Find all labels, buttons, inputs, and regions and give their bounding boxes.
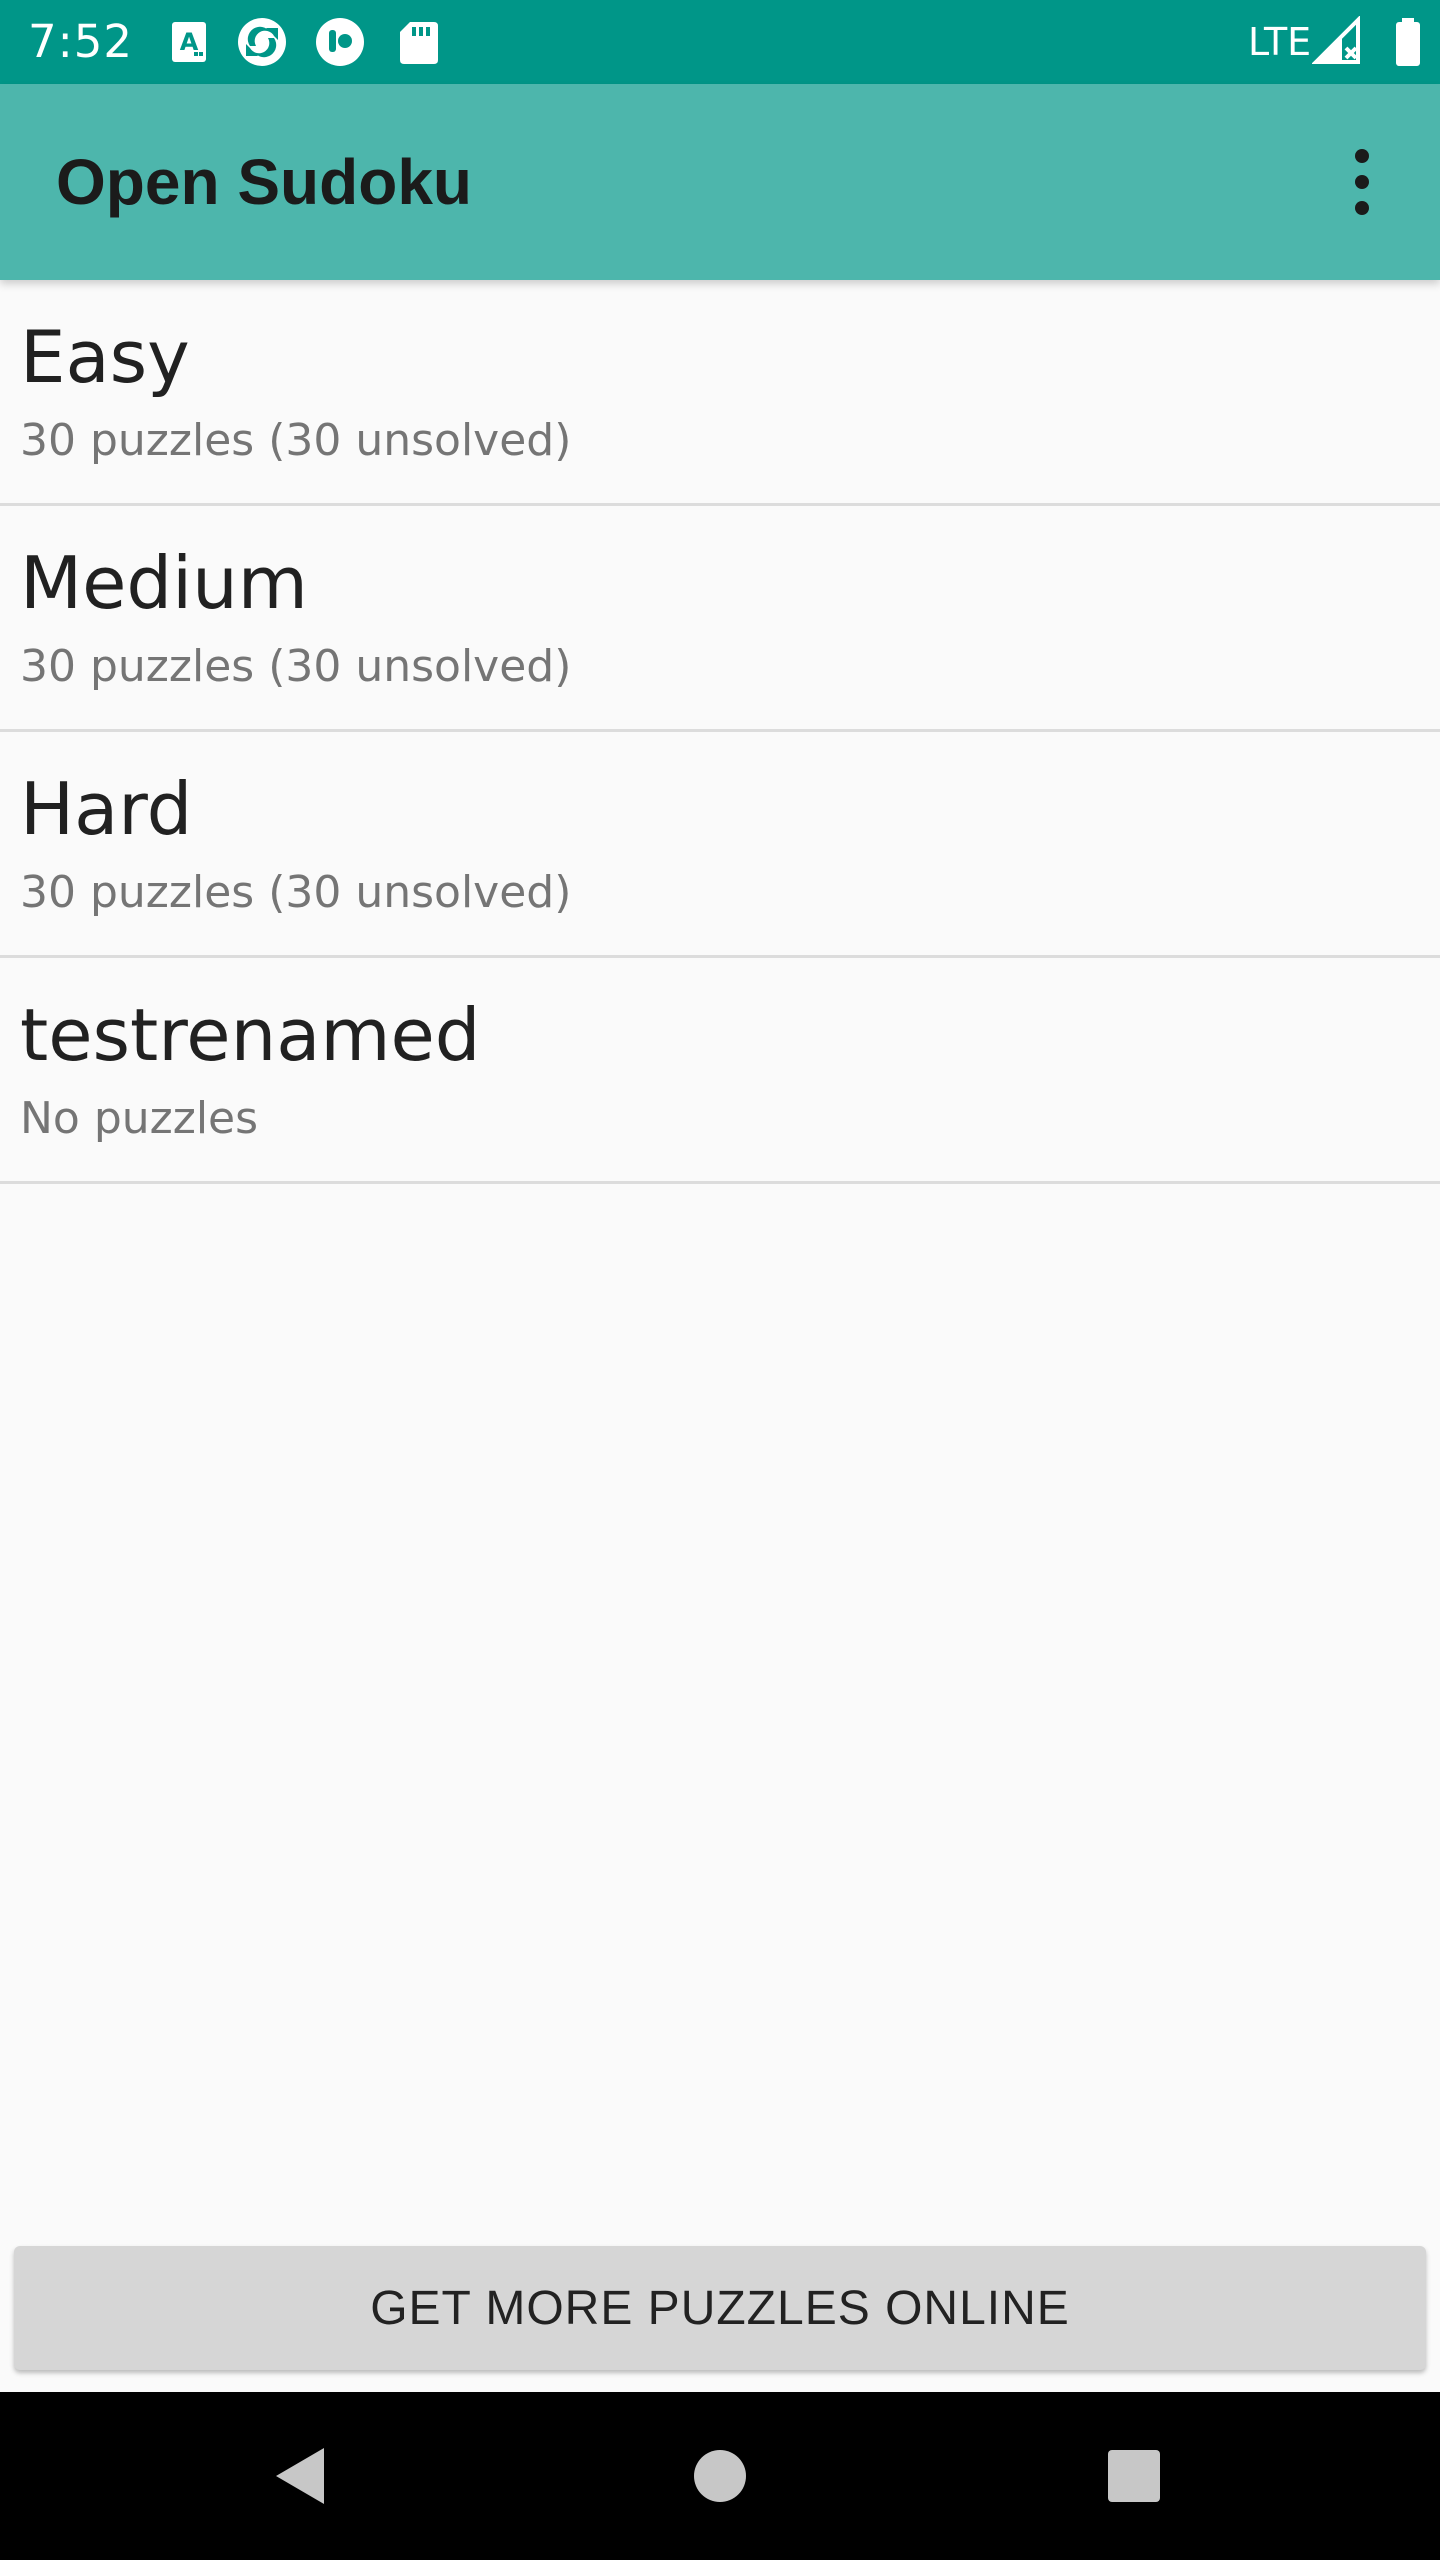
- folder-name: testrenamed: [20, 993, 481, 1077]
- folder-item-hard[interactable]: Hard 30 puzzles (30 unsolved): [0, 732, 1440, 958]
- accessibility-icon: A: [172, 22, 206, 62]
- svg-text:A: A: [180, 28, 199, 56]
- folder-item-easy[interactable]: Easy 30 puzzles (30 unsolved): [0, 280, 1440, 506]
- folder-name: Hard: [20, 767, 193, 851]
- folder-list: Easy 30 puzzles (30 unsolved) Medium 30 …: [0, 280, 1440, 1184]
- folder-detail: No puzzles: [20, 1093, 259, 1144]
- home-icon[interactable]: [680, 2436, 760, 2516]
- folder-detail: 30 puzzles (30 unsolved): [20, 415, 572, 466]
- navigation-bar: [0, 2392, 1440, 2560]
- get-more-puzzles-button[interactable]: GET MORE PUZZLES ONLINE: [14, 2246, 1426, 2370]
- app-bar: Open Sudoku: [0, 84, 1440, 280]
- folder-item-testrenamed[interactable]: testrenamed No puzzles: [0, 958, 1440, 1184]
- folder-detail: 30 puzzles (30 unsolved): [20, 867, 572, 918]
- app-title: Open Sudoku: [56, 146, 472, 218]
- folder-item-medium[interactable]: Medium 30 puzzles (30 unsolved): [0, 506, 1440, 732]
- recents-icon[interactable]: [1094, 2436, 1174, 2516]
- signal-icon: [1312, 16, 1360, 64]
- network-type-label: LTE: [1248, 20, 1312, 64]
- more-vert-icon[interactable]: [1330, 134, 1394, 230]
- folder-detail: 30 puzzles (30 unsolved): [20, 641, 572, 692]
- status-time: 7:52: [28, 15, 134, 68]
- back-icon[interactable]: [260, 2436, 340, 2516]
- folder-name: Medium: [20, 541, 308, 625]
- sync-app-icon: [238, 18, 286, 66]
- status-bar: 7:52 A LTE: [0, 0, 1440, 84]
- app-circle-icon: [316, 18, 364, 66]
- battery-icon: [1396, 18, 1420, 66]
- sd-card-icon: [400, 22, 438, 64]
- folder-name: Easy: [20, 315, 190, 399]
